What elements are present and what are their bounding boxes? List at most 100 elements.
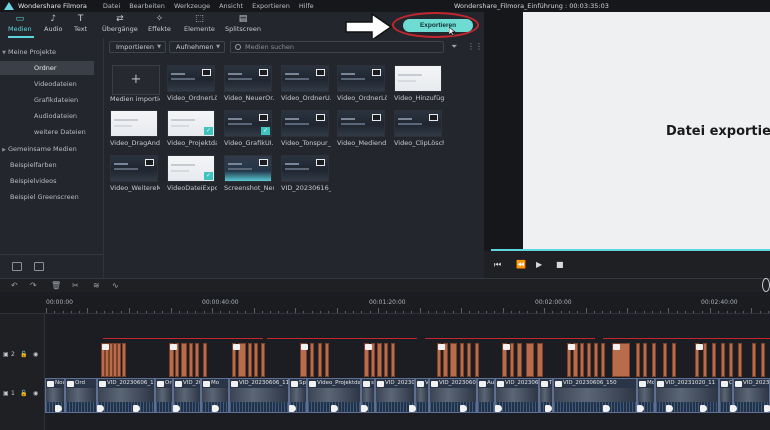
video-clip[interactable]: Ord: [65, 378, 97, 413]
media-thumbnail[interactable]: ✓: [224, 110, 272, 137]
redo-icon[interactable]: ↷: [30, 281, 37, 290]
overlay-clip[interactable]: [318, 343, 322, 377]
video-clip[interactable]: VID_20231020_11: [655, 378, 719, 413]
overlay-clip[interactable]: [601, 343, 605, 377]
new-folder-icon[interactable]: [12, 262, 22, 271]
media-thumbnail[interactable]: [110, 110, 158, 137]
import-media-tile[interactable]: +: [112, 65, 160, 95]
overlay-clip[interactable]: [475, 343, 479, 377]
tab-uebergaenge[interactable]: ⇄ Übergänge: [102, 14, 138, 33]
media-thumbnail[interactable]: [281, 155, 329, 182]
stop-icon[interactable]: ■: [556, 260, 564, 269]
menu-werkzeuge[interactable]: Werkzeuge: [174, 2, 210, 10]
video-clip[interactable]: Ord: [155, 378, 173, 413]
sidebar-item-grafikdateien[interactable]: Grafikdateien: [0, 93, 94, 107]
sidebar-item-meine-projekte[interactable]: ▼ Meine Projekte: [0, 45, 94, 59]
overlay-clip[interactable]: [652, 343, 656, 377]
overlay-clip[interactable]: [391, 343, 395, 377]
overlay-clip[interactable]: [672, 343, 676, 377]
overlay-clip[interactable]: [643, 343, 647, 377]
overlay-clip[interactable]: [721, 343, 725, 377]
export-button[interactable]: Exportieren: [403, 19, 473, 32]
menu-bearbeiten[interactable]: Bearbeiten: [129, 2, 165, 10]
play-icon[interactable]: ▶: [536, 260, 542, 269]
sidebar-item-weitere-dateien[interactable]: weitere Dateien: [0, 125, 94, 139]
scissors-icon[interactable]: ✂: [72, 281, 79, 290]
overlay-clip[interactable]: [189, 343, 193, 377]
overlay-clip[interactable]: [712, 343, 716, 377]
overlay-clip[interactable]: [752, 343, 756, 377]
overlay-clip[interactable]: [587, 343, 591, 377]
overlay-clip[interactable]: [663, 343, 667, 377]
overlay-clip[interactable]: [384, 343, 388, 377]
audio-edit-icon[interactable]: ≋: [93, 281, 100, 290]
lock-icon[interactable]: 🔓: [20, 351, 27, 358]
timeline-zoom-knob[interactable]: [762, 278, 770, 292]
sidebar-item-audiodateien[interactable]: Audiodateien: [0, 109, 94, 123]
media-thumbnail[interactable]: [224, 65, 272, 92]
media-thumbnail[interactable]: [110, 155, 158, 182]
media-thumbnail[interactable]: [224, 155, 272, 182]
media-thumbnail[interactable]: [394, 110, 442, 137]
media-thumbnail[interactable]: [281, 65, 329, 92]
sidebar-item-ordner[interactable]: Ordner: [0, 61, 94, 75]
media-thumbnail[interactable]: [281, 110, 329, 137]
overlay-clip[interactable]: [510, 343, 514, 377]
media-search-input[interactable]: Medien suchen: [230, 41, 444, 53]
video-clip[interactable]: VID_20230606_1: [97, 378, 155, 413]
tab-audio[interactable]: ♪ Audio: [44, 14, 62, 33]
overlay-clip[interactable]: [122, 343, 126, 377]
overlay-clip[interactable]: [460, 343, 464, 377]
audio-wave-icon[interactable]: ∿: [112, 281, 119, 290]
filter-icon[interactable]: ⏷: [451, 42, 457, 52]
lock-icon[interactable]: 🔓: [20, 390, 27, 397]
timeline-ruler[interactable]: 00:00:00 00:00:40:00 00:01:20:00 00:02:0…: [0, 296, 770, 314]
delete-icon[interactable]: 🗑: [51, 281, 61, 290]
media-thumbnail[interactable]: [337, 110, 385, 137]
overlay-clip[interactable]: [703, 343, 707, 377]
sidebar-item-beispielvideos[interactable]: Beispielvideos: [0, 174, 94, 188]
rewind-icon[interactable]: ⏪: [516, 260, 526, 269]
eye-icon[interactable]: ◉: [33, 390, 38, 397]
overlay-clip[interactable]: [729, 343, 733, 377]
overlay-clip[interactable]: [636, 343, 640, 377]
overlay-clip[interactable]: [526, 343, 534, 377]
overlay-clip[interactable]: [738, 343, 742, 377]
sidebar-item-gemeinsame-medien[interactable]: ▶ Gemeinsame Medien: [0, 142, 94, 156]
record-dropdown[interactable]: Aufnehmen ▼: [169, 41, 225, 53]
media-thumbnail[interactable]: ✓: [167, 155, 215, 182]
video-clip[interactable]: VID_20230606_113: [229, 378, 289, 413]
video-clip[interactable]: Vide: [415, 378, 429, 413]
tab-effekte[interactable]: ✧ Effekte: [148, 14, 171, 33]
tab-medien[interactable]: ▭ Medien: [8, 14, 32, 33]
overlay-clip[interactable]: [310, 343, 314, 377]
overlay-clip[interactable]: [248, 343, 252, 377]
video-clip[interactable]: VID_2023060: [429, 378, 477, 413]
menu-hilfe[interactable]: Hilfe: [299, 2, 314, 10]
sidebar-item-beispielfarben[interactable]: Beispielfarben: [0, 158, 94, 172]
overlay-clip[interactable]: [537, 343, 543, 377]
playback-progress[interactable]: [491, 249, 770, 251]
undo-icon[interactable]: ↶: [11, 281, 18, 290]
import-dropdown[interactable]: Importieren ▼: [109, 41, 166, 53]
overlay-clip[interactable]: [181, 343, 187, 377]
tab-splitscreen[interactable]: ▤ Splitscreen: [225, 14, 261, 33]
menu-ansicht[interactable]: Ansicht: [219, 2, 243, 10]
overlay-clip[interactable]: [377, 343, 382, 377]
video-clip[interactable]: VID_20230606_150: [553, 378, 637, 413]
overlay-clip[interactable]: [261, 343, 265, 377]
media-thumbnail[interactable]: ✓: [167, 110, 215, 137]
grid-view-icon[interactable]: ⋮⋮: [467, 42, 483, 51]
eye-icon[interactable]: ◉: [33, 351, 38, 358]
media-thumbnail[interactable]: [337, 65, 385, 92]
overlay-clip[interactable]: [580, 343, 584, 377]
sidebar-item-beispiel-greenscreen[interactable]: Beispiel Greenscreen: [0, 190, 94, 204]
folder-icon[interactable]: [34, 262, 44, 271]
overlay-clip[interactable]: [254, 343, 258, 377]
sidebar-item-videodateien[interactable]: Videodateien: [0, 77, 94, 91]
overlay-clip[interactable]: [325, 343, 329, 377]
tab-elemente[interactable]: ⬚ Elemente: [184, 14, 215, 33]
overlay-clip[interactable]: [761, 343, 765, 377]
menu-exportieren[interactable]: Exportieren: [252, 2, 290, 10]
video-clip[interactable]: Aud: [477, 378, 495, 413]
